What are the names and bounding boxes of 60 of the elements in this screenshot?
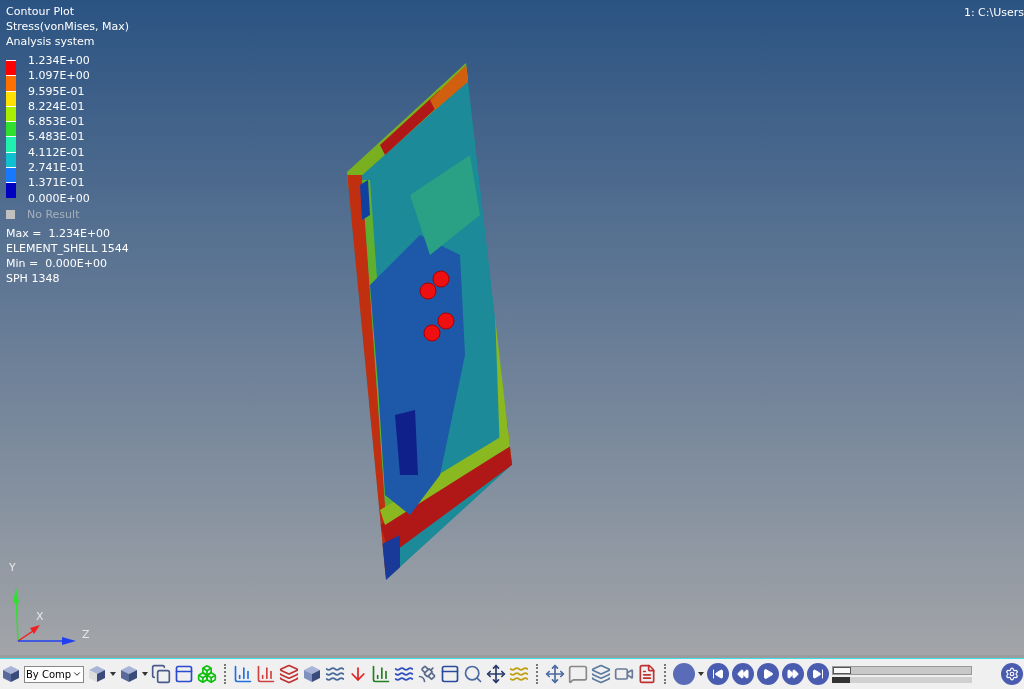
play-button[interactable] <box>757 663 779 685</box>
blocks-icon[interactable] <box>151 664 171 684</box>
resize-icon[interactable] <box>545 664 565 684</box>
window-icon[interactable] <box>440 664 460 684</box>
speech-bubble-icon[interactable] <box>568 664 588 684</box>
result-stat: Min = 0.000E+00 <box>6 255 108 271</box>
caret-icon <box>72 669 82 679</box>
slider-thumb[interactable] <box>832 676 851 683</box>
cube-icon[interactable] <box>119 664 139 684</box>
step-slider[interactable] <box>832 676 972 683</box>
bars-icon[interactable] <box>371 664 391 684</box>
settings-button[interactable] <box>1001 663 1023 685</box>
no-result-swatch <box>6 209 15 219</box>
wireframe-cube-icon[interactable] <box>87 664 107 684</box>
last-frame-icon <box>812 668 824 680</box>
plot-title: Stress(vonMises, Max) <box>6 19 130 34</box>
legend-value: 0.000E+00 <box>28 190 90 206</box>
dropdown-button[interactable] <box>673 663 695 685</box>
bars-icon[interactable] <box>256 664 276 684</box>
fast-forward-button[interactable] <box>782 663 804 685</box>
legend-value: 2.741E-01 <box>28 160 86 176</box>
legend-value: 1.097E+00 <box>28 68 90 84</box>
search-icon[interactable] <box>463 664 483 684</box>
rewind-icon <box>737 668 749 680</box>
first-frame-icon <box>712 668 724 680</box>
fast-forward-icon <box>787 668 799 680</box>
slider-thumb[interactable] <box>833 666 851 674</box>
result-stat: ELEMENT_SHELL 1544 <box>6 240 130 256</box>
plot-title: Analysis system <box>6 34 96 49</box>
legend-value: 5.483E-01 <box>28 129 86 145</box>
result-stat: SPH 1348 <box>6 270 61 286</box>
play-icon <box>762 668 774 680</box>
legend-value: 6.853E-01 <box>28 114 86 130</box>
no-result-label: No Result <box>27 206 80 222</box>
legend-value: 9.595E-01 <box>28 83 86 99</box>
legend-value: 8.224E-01 <box>28 98 86 115</box>
waves-icon[interactable] <box>394 664 414 684</box>
cube-icon[interactable] <box>1 664 21 684</box>
move-icon[interactable] <box>486 664 506 684</box>
z-axis-label: Z <box>82 627 90 643</box>
legend-value: 1.371E-01 <box>28 175 86 191</box>
caret-icon[interactable] <box>110 672 116 676</box>
first-frame-button[interactable] <box>707 663 729 685</box>
settings-icon <box>1005 667 1019 681</box>
caret-icon[interactable] <box>142 672 148 676</box>
cube-icon[interactable] <box>302 664 322 684</box>
document-icon[interactable] <box>637 664 657 684</box>
animation-slider[interactable] <box>832 665 972 675</box>
plot-title: Contour Plot <box>6 4 76 19</box>
caret-icon[interactable] <box>698 672 704 676</box>
legend-value: 4.112E-01 <box>28 144 86 161</box>
last-frame-button[interactable] <box>807 663 829 685</box>
x-axis-label: X <box>36 609 44 625</box>
y-axis-label: Y <box>9 560 16 576</box>
legend-value: 1.234E+00 <box>28 53 90 69</box>
result-stat: Max = 1.234E+00 <box>6 225 112 241</box>
rewind-button[interactable] <box>732 663 754 685</box>
color-mode-select[interactable]: By Comp <box>24 665 84 683</box>
color-bars-icon[interactable] <box>233 664 253 684</box>
file-path-label: 1: C:\Users <box>963 5 1024 21</box>
